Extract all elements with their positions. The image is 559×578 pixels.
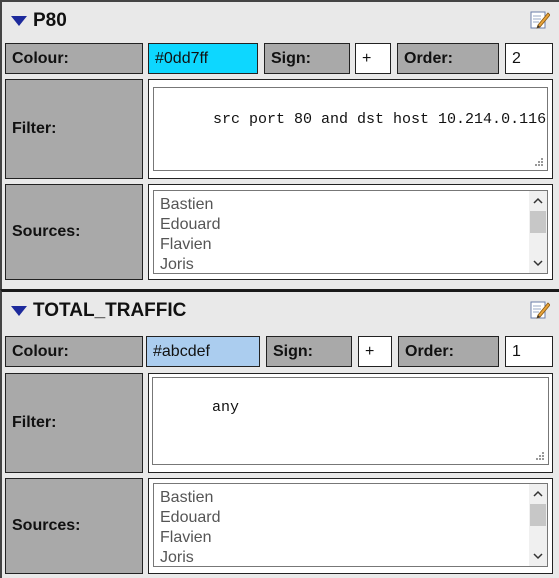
sources-listbox[interactable]: Bastien Edouard Flavien Joris <box>153 190 548 274</box>
scrollbar-thumb[interactable] <box>530 211 546 233</box>
triangle-down-icon[interactable] <box>11 16 27 26</box>
resize-grip-icon[interactable] <box>535 451 545 461</box>
sources-label: Sources: <box>5 184 143 280</box>
list-item[interactable]: Flavien <box>160 236 212 254</box>
sources-label: Sources: <box>5 478 143 574</box>
scrollbar[interactable] <box>529 484 547 566</box>
list-item[interactable]: Joris <box>160 549 194 566</box>
chevron-down-icon[interactable] <box>533 258 543 268</box>
chevron-up-icon[interactable] <box>533 196 543 206</box>
order-label: Order: <box>397 43 499 74</box>
list-item[interactable]: Bastien <box>160 196 213 214</box>
panel-header: TOTAL_TRAFFIC <box>2 292 559 330</box>
sources-listbox[interactable]: Bastien Edouard Flavien Joris <box>153 483 548 567</box>
list-item[interactable]: Joris <box>160 256 194 273</box>
panel-header: P80 <box>2 2 559 40</box>
scrollbar-thumb[interactable] <box>530 504 546 526</box>
list-item[interactable]: Edouard <box>160 509 221 527</box>
triangle-down-icon[interactable] <box>11 306 27 316</box>
panel-title: P80 <box>33 10 67 31</box>
filter-label: Filter: <box>5 79 143 179</box>
filter-textarea[interactable]: src port 80 and dst host 10.214.0.116 <box>153 87 548 171</box>
panel-total-traffic: TOTAL_TRAFFIC Colour: #abcdef Sign: + Or… <box>0 289 559 578</box>
order-label: Order: <box>398 336 499 367</box>
panel-p80: P80 Colour: #0dd7ff Sign: + Order: 2 Fil… <box>0 0 559 289</box>
filter-label: Filter: <box>5 373 143 473</box>
sign-label: Sign: <box>266 336 352 367</box>
edit-icon[interactable] <box>530 9 550 29</box>
list-item[interactable]: Edouard <box>160 216 221 234</box>
chevron-down-icon[interactable] <box>533 551 543 561</box>
sources-cell: Bastien Edouard Flavien Joris <box>148 184 553 280</box>
list-item[interactable]: Flavien <box>160 529 212 547</box>
colour-label: Colour: <box>5 43 143 74</box>
filter-text: any <box>212 399 240 416</box>
chevron-up-icon[interactable] <box>533 489 543 499</box>
sign-field[interactable]: + <box>355 43 391 74</box>
list-item[interactable]: Bastien <box>160 489 213 507</box>
colour-field[interactable]: #0dd7ff <box>148 43 258 74</box>
filter-cell: any <box>148 373 553 473</box>
panel-title: TOTAL_TRAFFIC <box>33 300 187 321</box>
sign-field[interactable]: + <box>358 336 392 367</box>
colour-label: Colour: <box>5 336 143 367</box>
scrollbar[interactable] <box>529 191 547 273</box>
filter-text: src port 80 and dst host 10.214.0.116 <box>213 111 547 128</box>
resize-grip-icon[interactable] <box>534 157 544 167</box>
filter-textarea[interactable]: any <box>152 377 549 465</box>
sign-label: Sign: <box>264 43 350 74</box>
sources-cell: Bastien Edouard Flavien Joris <box>148 478 553 574</box>
filter-cell: src port 80 and dst host 10.214.0.116 <box>148 79 553 179</box>
order-field[interactable]: 2 <box>505 43 553 74</box>
colour-field[interactable]: #abcdef <box>146 336 260 367</box>
edit-icon[interactable] <box>530 299 550 319</box>
order-field[interactable]: 1 <box>505 336 553 367</box>
